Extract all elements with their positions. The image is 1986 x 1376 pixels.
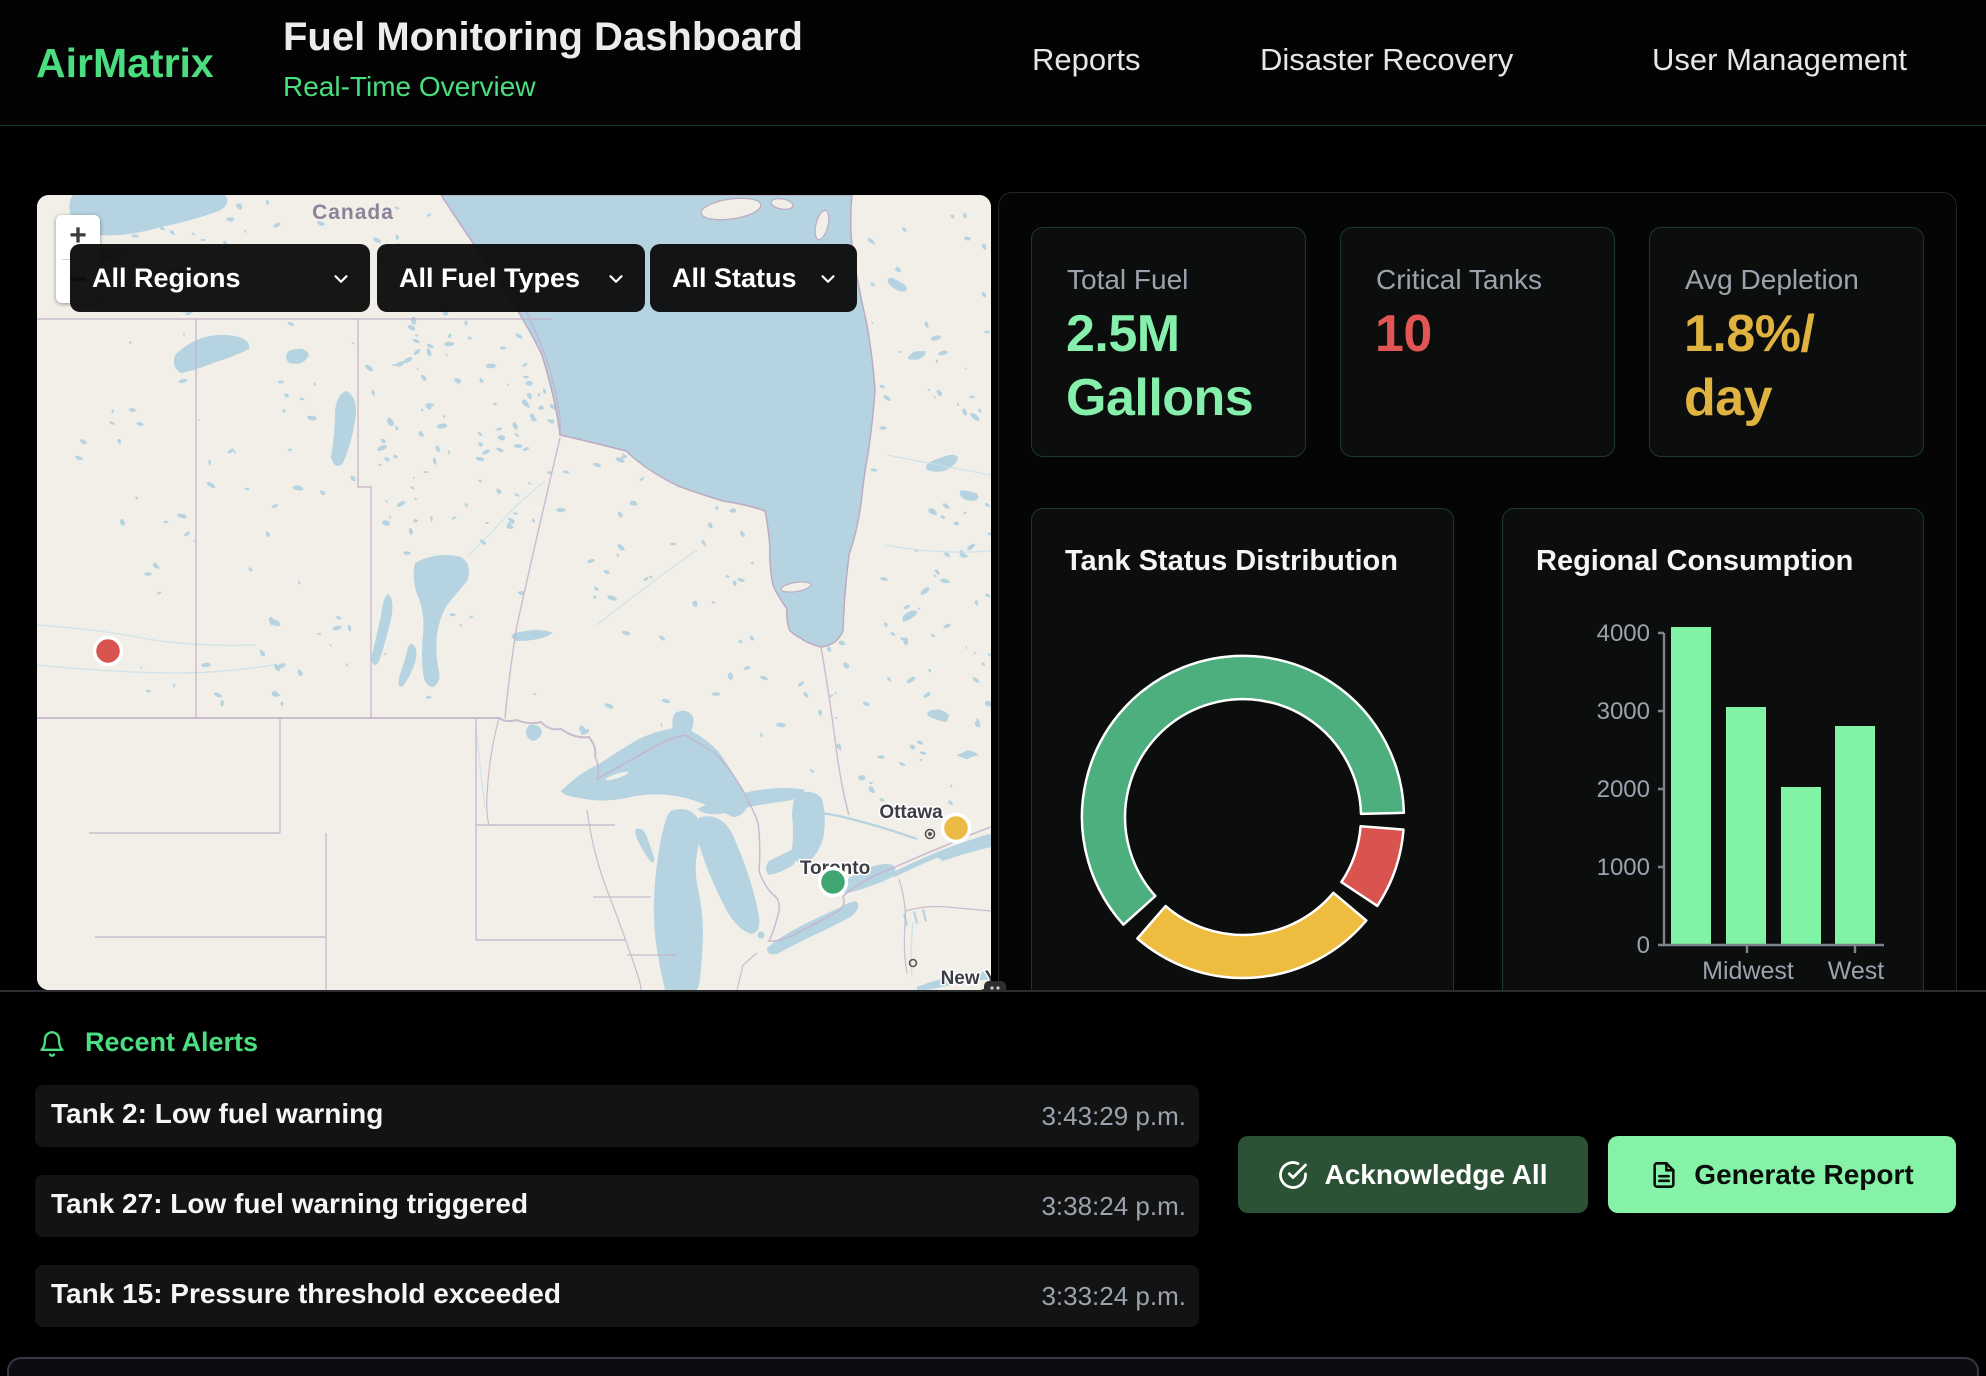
svg-text:3000: 3000 — [1597, 698, 1650, 725]
svg-text:Midwest: Midwest — [1702, 957, 1794, 985]
svg-text:2000: 2000 — [1597, 776, 1650, 803]
svg-text:Canada: Canada — [312, 201, 394, 224]
svg-text:0: 0 — [1637, 932, 1650, 959]
svg-text:4000: 4000 — [1597, 620, 1650, 647]
svg-text:1000: 1000 — [1597, 854, 1650, 881]
svg-text:Ottawa: Ottawa — [879, 802, 943, 823]
svg-text:West: West — [1828, 957, 1885, 985]
